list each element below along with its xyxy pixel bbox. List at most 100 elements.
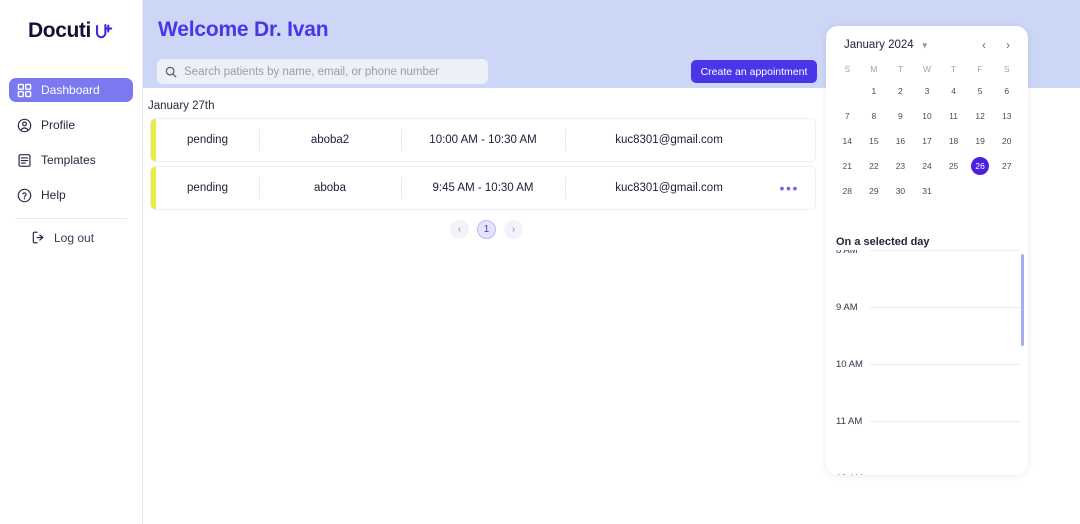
calendar-blank-cell [834,80,861,102]
calendar-weekday-2: T [897,64,904,74]
chevron-right-icon[interactable]: › [1006,39,1010,51]
pagination-prev-button[interactable]: ‹ [450,220,469,239]
calendar-day-number: 19 [975,136,985,146]
calendar-weekday-6: S [1003,64,1010,74]
table-row[interactable]: pending aboba 9:45 AM - 10:30 AM kuc8301… [150,166,816,210]
calendar-day-number: 10 [922,111,932,121]
calendar-day[interactable]: 9 [887,105,914,127]
schedule-hour-label: 9 AM [836,302,862,313]
calendar-day[interactable]: 1 [861,80,888,102]
pagination: ‹ 1 › [450,220,523,239]
logout-icon [32,231,44,244]
calendar-day[interactable]: 28 [834,180,861,202]
document-icon [18,153,31,167]
docuti-logo-mark-icon [95,23,113,39]
calendar-day[interactable]: 29 [861,180,888,202]
calendar-day-number: 7 [844,111,850,121]
sidebar-item-templates[interactable]: Templates [9,148,133,172]
calendar-day[interactable]: 12 [967,105,994,127]
calendar-day[interactable]: 6 [993,80,1020,102]
sidebar-divider [15,218,127,219]
calendar-day-number: 30 [895,186,906,196]
calendar-day[interactable]: 4 [940,80,967,102]
calendar-day-number: 12 [975,111,985,121]
schedule-hour-row[interactable]: 10 AM [826,359,1028,421]
logout-label: Log out [54,230,95,245]
sidebar-item-label: Templates [41,153,96,167]
app-logo: Docuti [0,0,142,56]
calendar-day-number: 13 [1001,111,1012,121]
schedule-hour-row[interactable]: 9 AM [826,302,1028,364]
calendar-day-number: 3 [924,86,930,96]
calendar-day[interactable]: 22 [861,155,888,177]
calendar-day-number: 16 [895,136,906,146]
calendar-day-number: 1 [871,86,877,96]
calendar-day[interactable]: 10 [914,105,941,127]
schedule-hour-line [870,421,1020,422]
calendar-day-number: 17 [922,136,932,146]
logo-text: Docuti [28,19,91,42]
calendar-day[interactable]: 16 [887,130,914,152]
calendar-day[interactable]: 18 [940,130,967,152]
logout-button[interactable]: Log out [9,230,133,245]
search-field[interactable] [157,59,488,84]
row-menu-icon[interactable]: ••• [779,181,799,195]
calendar-day[interactable]: 17 [914,130,941,152]
schedule-title: On a selected day [836,236,930,248]
schedule-hour-label: 8 AM [836,250,862,256]
appointment-email: kuc8301@gmail.com [565,182,773,194]
sidebar-item-label: Dashboard [41,83,100,97]
pagination-page-1[interactable]: 1 [477,220,496,239]
calendar-day-number: 15 [869,136,879,146]
calendar-day[interactable]: 24 [914,155,941,177]
appointment-patient: aboba2 [259,134,401,146]
appointment-status: pending [187,134,228,146]
schedule-hour-label: 10 AM [836,359,867,370]
calendar-day[interactable]: 14 [834,130,861,152]
schedule-scrollbar[interactable] [1021,254,1024,346]
pagination-next-button[interactable]: › [504,220,523,239]
calendar-day[interactable]: 15 [861,130,888,152]
calendar-day[interactable]: 5 [967,80,994,102]
appointment-status: pending [187,182,228,194]
sidebar-item-help[interactable]: Help [9,183,133,207]
calendar-day-number: 18 [948,136,959,146]
calendar-day-number: 21 [842,161,853,171]
calendar-day[interactable]: 25 [940,155,967,177]
calendar-day[interactable]: 20 [993,130,1020,152]
chevron-left-icon[interactable]: ‹ [982,39,986,51]
schedule-hour-row[interactable]: 11 AM [826,416,1028,475]
calendar-month-label[interactable]: January 2024 [844,39,914,51]
calendar-day[interactable]: 13 [993,105,1020,127]
page-title: Welcome Dr. Ivan [158,18,329,41]
sidebar-item-profile[interactable]: Profile [9,113,133,137]
calendar-day[interactable]: 2 [887,80,914,102]
calendar-day[interactable]: 23 [887,155,914,177]
calendar-day-number: 20 [1001,136,1012,146]
calendar-day[interactable]: 21 [834,155,861,177]
calendar-day[interactable]: 3 [914,80,941,102]
calendar-day[interactable]: 27 [993,155,1020,177]
calendar-weekday-5: F [977,64,983,74]
calendar-day[interactable]: 30 [887,180,914,202]
calendar-day-number: 29 [869,186,879,196]
sidebar-nav: Dashboard Profile Templates Help Log out [0,78,142,245]
calendar-day[interactable]: 7 [834,105,861,127]
calendar-day-selected[interactable]: 26 [967,155,994,177]
sidebar-item-label: Help [41,188,66,202]
grid-icon [17,83,32,97]
calendar-day-number: 11 [949,111,958,121]
table-row[interactable]: pending aboba2 10:00 AM - 10:30 AM kuc83… [150,118,816,162]
calendar-day[interactable]: 11 [940,105,967,127]
search-input[interactable] [184,65,474,78]
sidebar-item-dashboard[interactable]: Dashboard [9,78,133,102]
calendar-day[interactable]: 8 [861,105,888,127]
appointment-time: 10:00 AM - 10:30 AM [401,134,565,146]
search-icon [165,66,177,77]
calendar-day[interactable]: 31 [914,180,941,202]
create-appointment-button[interactable]: Create an appointment [691,60,817,83]
chevron-down-icon[interactable]: ▼ [921,41,929,50]
calendar-day[interactable]: 19 [967,130,994,152]
schedule-hour-row[interactable]: 8 AM [826,250,1028,307]
calendar-day-number: 2 [898,86,903,96]
